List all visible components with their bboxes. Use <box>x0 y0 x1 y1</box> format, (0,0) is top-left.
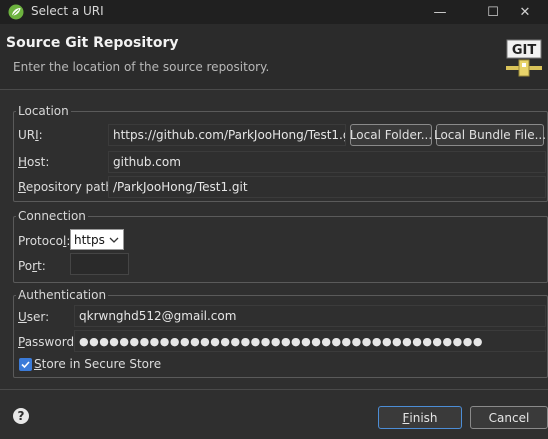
page-description: Enter the location of the source reposit… <box>13 60 270 74</box>
password-label: Password: <box>18 335 79 349</box>
password-field[interactable]: ●●●●●●●●●●●●●●●●●●●●●●●●●●●●●●●●●●●●●●●● <box>74 330 546 352</box>
wizard-banner: Source Git Repository Enter the location… <box>0 24 548 90</box>
protocol-select[interactable]: https <box>70 229 124 250</box>
host-label: Host: <box>18 155 50 169</box>
host-field[interactable]: github.com <box>108 151 546 173</box>
git-logo-icon: GIT <box>505 36 543 80</box>
location-legend: Location <box>18 104 69 118</box>
minimize-button[interactable]: — <box>417 0 463 24</box>
window-title: Select a URI <box>31 4 104 18</box>
protocol-label: Protocol: <box>18 234 71 248</box>
chevron-down-icon <box>106 230 122 249</box>
local-folder-button[interactable]: Local Folder... <box>350 124 432 146</box>
uri-label: URI: <box>18 128 43 142</box>
protocol-value: https <box>74 232 105 247</box>
checkmark-icon <box>21 361 30 369</box>
spring-leaf-icon <box>8 4 24 20</box>
page-title: Source Git Repository <box>6 35 179 51</box>
cancel-button[interactable]: Cancel <box>470 406 548 429</box>
repository-path-label: Repository path: <box>18 180 117 194</box>
port-field[interactable] <box>70 253 129 275</box>
connection-legend: Connection <box>18 209 86 223</box>
finish-button[interactable]: Finish <box>378 406 462 429</box>
help-icon[interactable]: ? <box>13 408 29 424</box>
close-button[interactable]: ✕ <box>502 0 548 24</box>
title-bar: Select a URI — ☐ ✕ <box>0 0 548 24</box>
footer-separator <box>0 389 548 390</box>
repository-path-field[interactable]: /ParkJooHong/Test1.git <box>108 176 546 198</box>
uri-field[interactable]: https://github.com/ParkJooHong/Test1.git <box>108 124 346 146</box>
authentication-legend: Authentication <box>18 288 107 302</box>
user-label: User: <box>18 310 50 324</box>
secure-store-label[interactable]: Store in Secure Store <box>34 357 161 371</box>
user-field[interactable]: qkrwnghd512@gmail.com <box>74 305 546 327</box>
port-label: Port: <box>18 259 46 273</box>
git-logo-text: GIT <box>512 43 537 58</box>
secure-store-checkbox[interactable] <box>19 358 32 371</box>
local-bundle-file-button[interactable]: Local Bundle File... <box>434 124 546 146</box>
